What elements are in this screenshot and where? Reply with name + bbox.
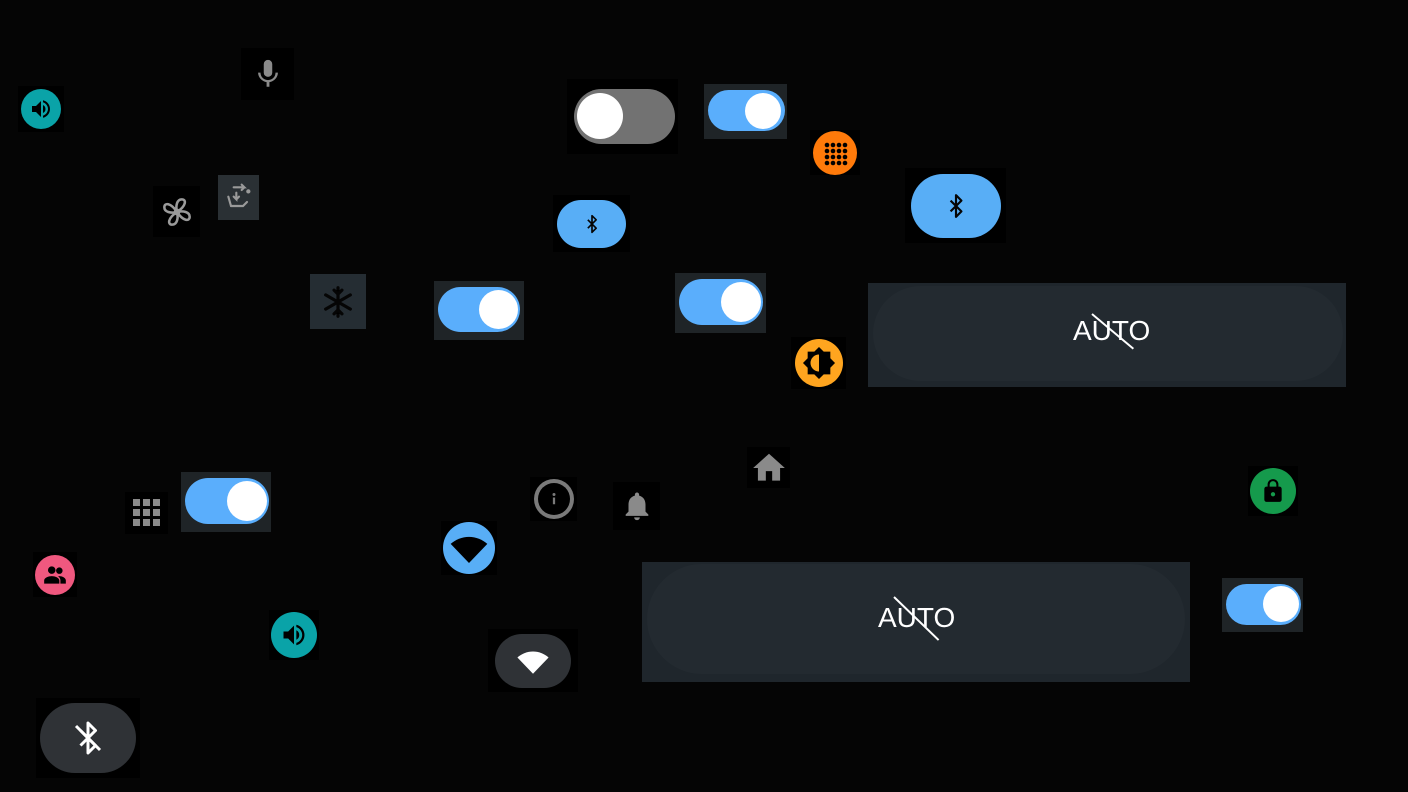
volume-button-2[interactable] bbox=[269, 610, 319, 660]
brightness-button[interactable] bbox=[791, 337, 846, 389]
bluetooth-icon bbox=[910, 173, 1001, 238]
fan-button[interactable] bbox=[153, 186, 200, 237]
bluetooth-off-icon bbox=[40, 703, 136, 773]
seat-recline-button[interactable] bbox=[218, 175, 259, 220]
toggle-4[interactable] bbox=[675, 273, 766, 333]
bell-icon bbox=[625, 492, 648, 521]
wifi-button-1[interactable] bbox=[441, 521, 497, 575]
wifi-icon bbox=[495, 633, 571, 688]
toggle-6[interactable] bbox=[1222, 578, 1303, 632]
toggle-3[interactable] bbox=[434, 281, 524, 340]
snowflake-button[interactable] bbox=[310, 274, 366, 329]
lock-icon bbox=[1250, 468, 1296, 514]
wifi-button-2[interactable] bbox=[488, 629, 578, 692]
brightness-icon bbox=[794, 339, 843, 387]
volume-icon bbox=[271, 612, 317, 658]
toggle-2[interactable] bbox=[704, 84, 787, 139]
microphone-icon bbox=[257, 59, 278, 87]
home-icon bbox=[752, 453, 785, 481]
microphone-button[interactable] bbox=[241, 48, 294, 100]
grid-button[interactable] bbox=[125, 492, 168, 534]
lock-button[interactable] bbox=[1248, 466, 1298, 516]
people-icon bbox=[35, 554, 75, 595]
volume-icon bbox=[21, 89, 61, 129]
toggle-1[interactable] bbox=[567, 79, 678, 154]
info-icon bbox=[533, 479, 574, 519]
auto-button-1[interactable]: AUTO bbox=[868, 283, 1346, 387]
bluetooth-off-button[interactable] bbox=[36, 698, 140, 778]
apps-dots-icon bbox=[813, 130, 857, 175]
notification-button[interactable] bbox=[613, 482, 660, 530]
auto-button-2[interactable]: AUTO bbox=[642, 562, 1190, 682]
snowflake-icon bbox=[324, 285, 352, 318]
info-button[interactable] bbox=[530, 477, 577, 521]
people-button[interactable] bbox=[33, 552, 77, 597]
seat-recline-icon bbox=[226, 183, 250, 207]
grid-icon bbox=[132, 499, 160, 526]
bluetooth-button-large[interactable] bbox=[905, 168, 1006, 243]
apps-button[interactable] bbox=[810, 130, 860, 175]
volume-button-1[interactable] bbox=[18, 86, 64, 132]
fan-icon bbox=[162, 197, 191, 226]
bluetooth-button-small[interactable] bbox=[553, 195, 630, 252]
wifi-icon bbox=[443, 522, 495, 574]
bluetooth-icon bbox=[557, 199, 626, 248]
toggle-5[interactable] bbox=[181, 472, 271, 532]
home-button[interactable] bbox=[747, 447, 790, 488]
